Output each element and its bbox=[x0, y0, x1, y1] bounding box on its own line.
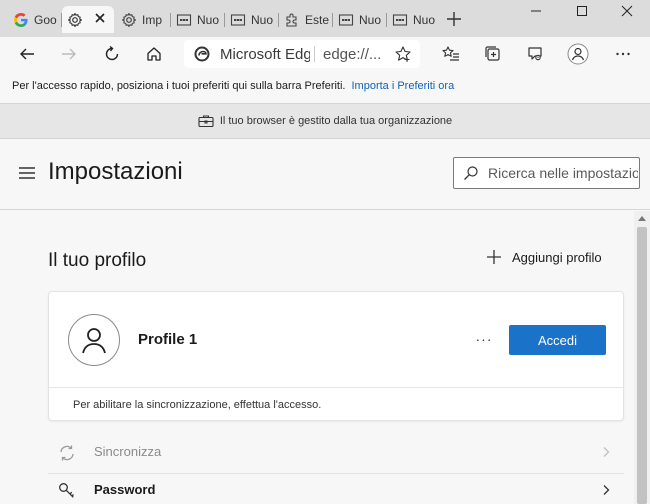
profile-avatar-icon[interactable] bbox=[564, 41, 592, 67]
chevron-right-icon bbox=[600, 484, 612, 496]
settings-search-input[interactable] bbox=[488, 165, 638, 181]
address-url: edge://... bbox=[323, 45, 382, 63]
sync-icon bbox=[58, 444, 76, 462]
home-icon[interactable] bbox=[140, 41, 168, 67]
plus-icon bbox=[486, 249, 502, 265]
edge-logo-icon bbox=[194, 46, 210, 62]
more-options-icon[interactable] bbox=[609, 41, 637, 67]
profile-name: Profile 1 bbox=[138, 331, 198, 348]
profile-card: Profile 1 ··· Accedi Per abilitare la si… bbox=[48, 291, 624, 421]
hamburger-menu-icon[interactable] bbox=[18, 165, 36, 181]
tab-google[interactable]: Goo bbox=[8, 6, 60, 33]
profile-avatar bbox=[68, 314, 120, 366]
menu-item-label: Password bbox=[94, 482, 156, 497]
managed-by-organization-bar: Il tuo browser è gestito dalla tua organ… bbox=[0, 103, 650, 139]
profile-more-options-button[interactable]: ··· bbox=[473, 328, 495, 350]
signin-button[interactable]: Accedi bbox=[509, 325, 606, 355]
tab-label: Goo bbox=[34, 12, 57, 27]
newtab-icon bbox=[176, 12, 192, 28]
page-title: Impostazioni bbox=[48, 158, 183, 185]
menu-item-password[interactable]: Password bbox=[48, 471, 624, 504]
menu-item-label: Sincronizza bbox=[94, 444, 162, 459]
tab-extensions[interactable]: Este bbox=[279, 6, 331, 33]
newtab-icon bbox=[230, 12, 246, 28]
card-divider bbox=[49, 387, 623, 388]
import-favorites-link[interactable]: Importa i Preferiti ora bbox=[351, 80, 454, 92]
tab-label: Este bbox=[305, 12, 330, 27]
sync-hint-text: Per abilitare la sincronizzazione, effet… bbox=[73, 399, 322, 411]
tab-label: Imp bbox=[142, 12, 163, 27]
google-icon bbox=[13, 12, 29, 28]
tab-new-2[interactable]: Nuo bbox=[225, 6, 277, 33]
close-window-icon[interactable] bbox=[604, 0, 650, 22]
tab-new-3[interactable]: Nuo bbox=[333, 6, 385, 33]
newtab-icon bbox=[392, 12, 408, 28]
person-icon bbox=[82, 328, 106, 354]
scrollbar-thumb[interactable] bbox=[637, 227, 647, 504]
profile-section-title: Il tuo profilo bbox=[48, 250, 147, 271]
address-separator bbox=[314, 46, 315, 62]
back-arrow-icon[interactable] bbox=[13, 41, 41, 67]
minimize-icon[interactable] bbox=[513, 0, 559, 22]
refresh-icon[interactable] bbox=[98, 41, 126, 67]
tab-label: Nuo bbox=[359, 12, 382, 27]
address-bar[interactable]: Microsoft Edge edge://... bbox=[184, 40, 420, 68]
gear-icon bbox=[67, 12, 83, 28]
forward-arrow-icon[interactable] bbox=[55, 41, 83, 67]
key-icon bbox=[58, 482, 76, 500]
address-site-name: Microsoft Edge bbox=[220, 45, 310, 63]
tab-new-1[interactable]: Nuo bbox=[171, 6, 223, 33]
managed-text: Il tuo browser è gestito dalla tua organ… bbox=[219, 115, 453, 127]
collections-icon[interactable] bbox=[479, 41, 507, 67]
chevron-right-icon bbox=[600, 446, 612, 458]
tab-label: Nuo bbox=[251, 12, 274, 27]
add-profile-button[interactable]: Aggiungi profilo bbox=[486, 249, 602, 265]
new-tab-plus-icon[interactable] bbox=[445, 10, 463, 28]
briefcase-icon bbox=[198, 114, 214, 128]
tab-label: Nuo bbox=[197, 12, 220, 27]
scroll-up-arrow-icon[interactable] bbox=[638, 215, 646, 221]
search-icon bbox=[454, 165, 488, 181]
close-tab-icon[interactable] bbox=[92, 10, 108, 26]
settings-content: Il tuo profilo Aggiungi profilo Profile … bbox=[0, 211, 650, 504]
favorites-bar: Per l'accesso rapido, posiziona i tuoi p… bbox=[0, 71, 650, 100]
favorites-bar-hint: Per l'accesso rapido, posiziona i tuoi p… bbox=[12, 79, 346, 92]
add-profile-label: Aggiungi profilo bbox=[512, 249, 602, 265]
scrollbar[interactable] bbox=[634, 211, 650, 504]
tab-label: Nuo bbox=[413, 12, 436, 27]
settings-header: Impostazioni bbox=[0, 140, 650, 210]
add-favorite-star-icon[interactable] bbox=[389, 41, 417, 67]
settings-search-box[interactable] bbox=[453, 157, 640, 189]
menu-item-sync[interactable]: Sincronizza bbox=[48, 433, 624, 471]
maximize-icon[interactable] bbox=[559, 0, 605, 22]
tab-new-4[interactable]: Nuo bbox=[387, 6, 439, 33]
browser-toolbar: Microsoft Edge edge://... bbox=[0, 37, 650, 71]
tab-strip: Goo Imp Nuo Nuo Este Nuo Nuo bbox=[0, 0, 650, 37]
newtab-icon bbox=[338, 12, 354, 28]
puzzle-icon bbox=[284, 12, 300, 28]
tab-impostazioni[interactable]: Imp bbox=[116, 6, 170, 33]
feedback-icon[interactable] bbox=[521, 41, 549, 67]
gear-icon bbox=[121, 12, 137, 28]
favorites-icon[interactable] bbox=[437, 41, 465, 67]
